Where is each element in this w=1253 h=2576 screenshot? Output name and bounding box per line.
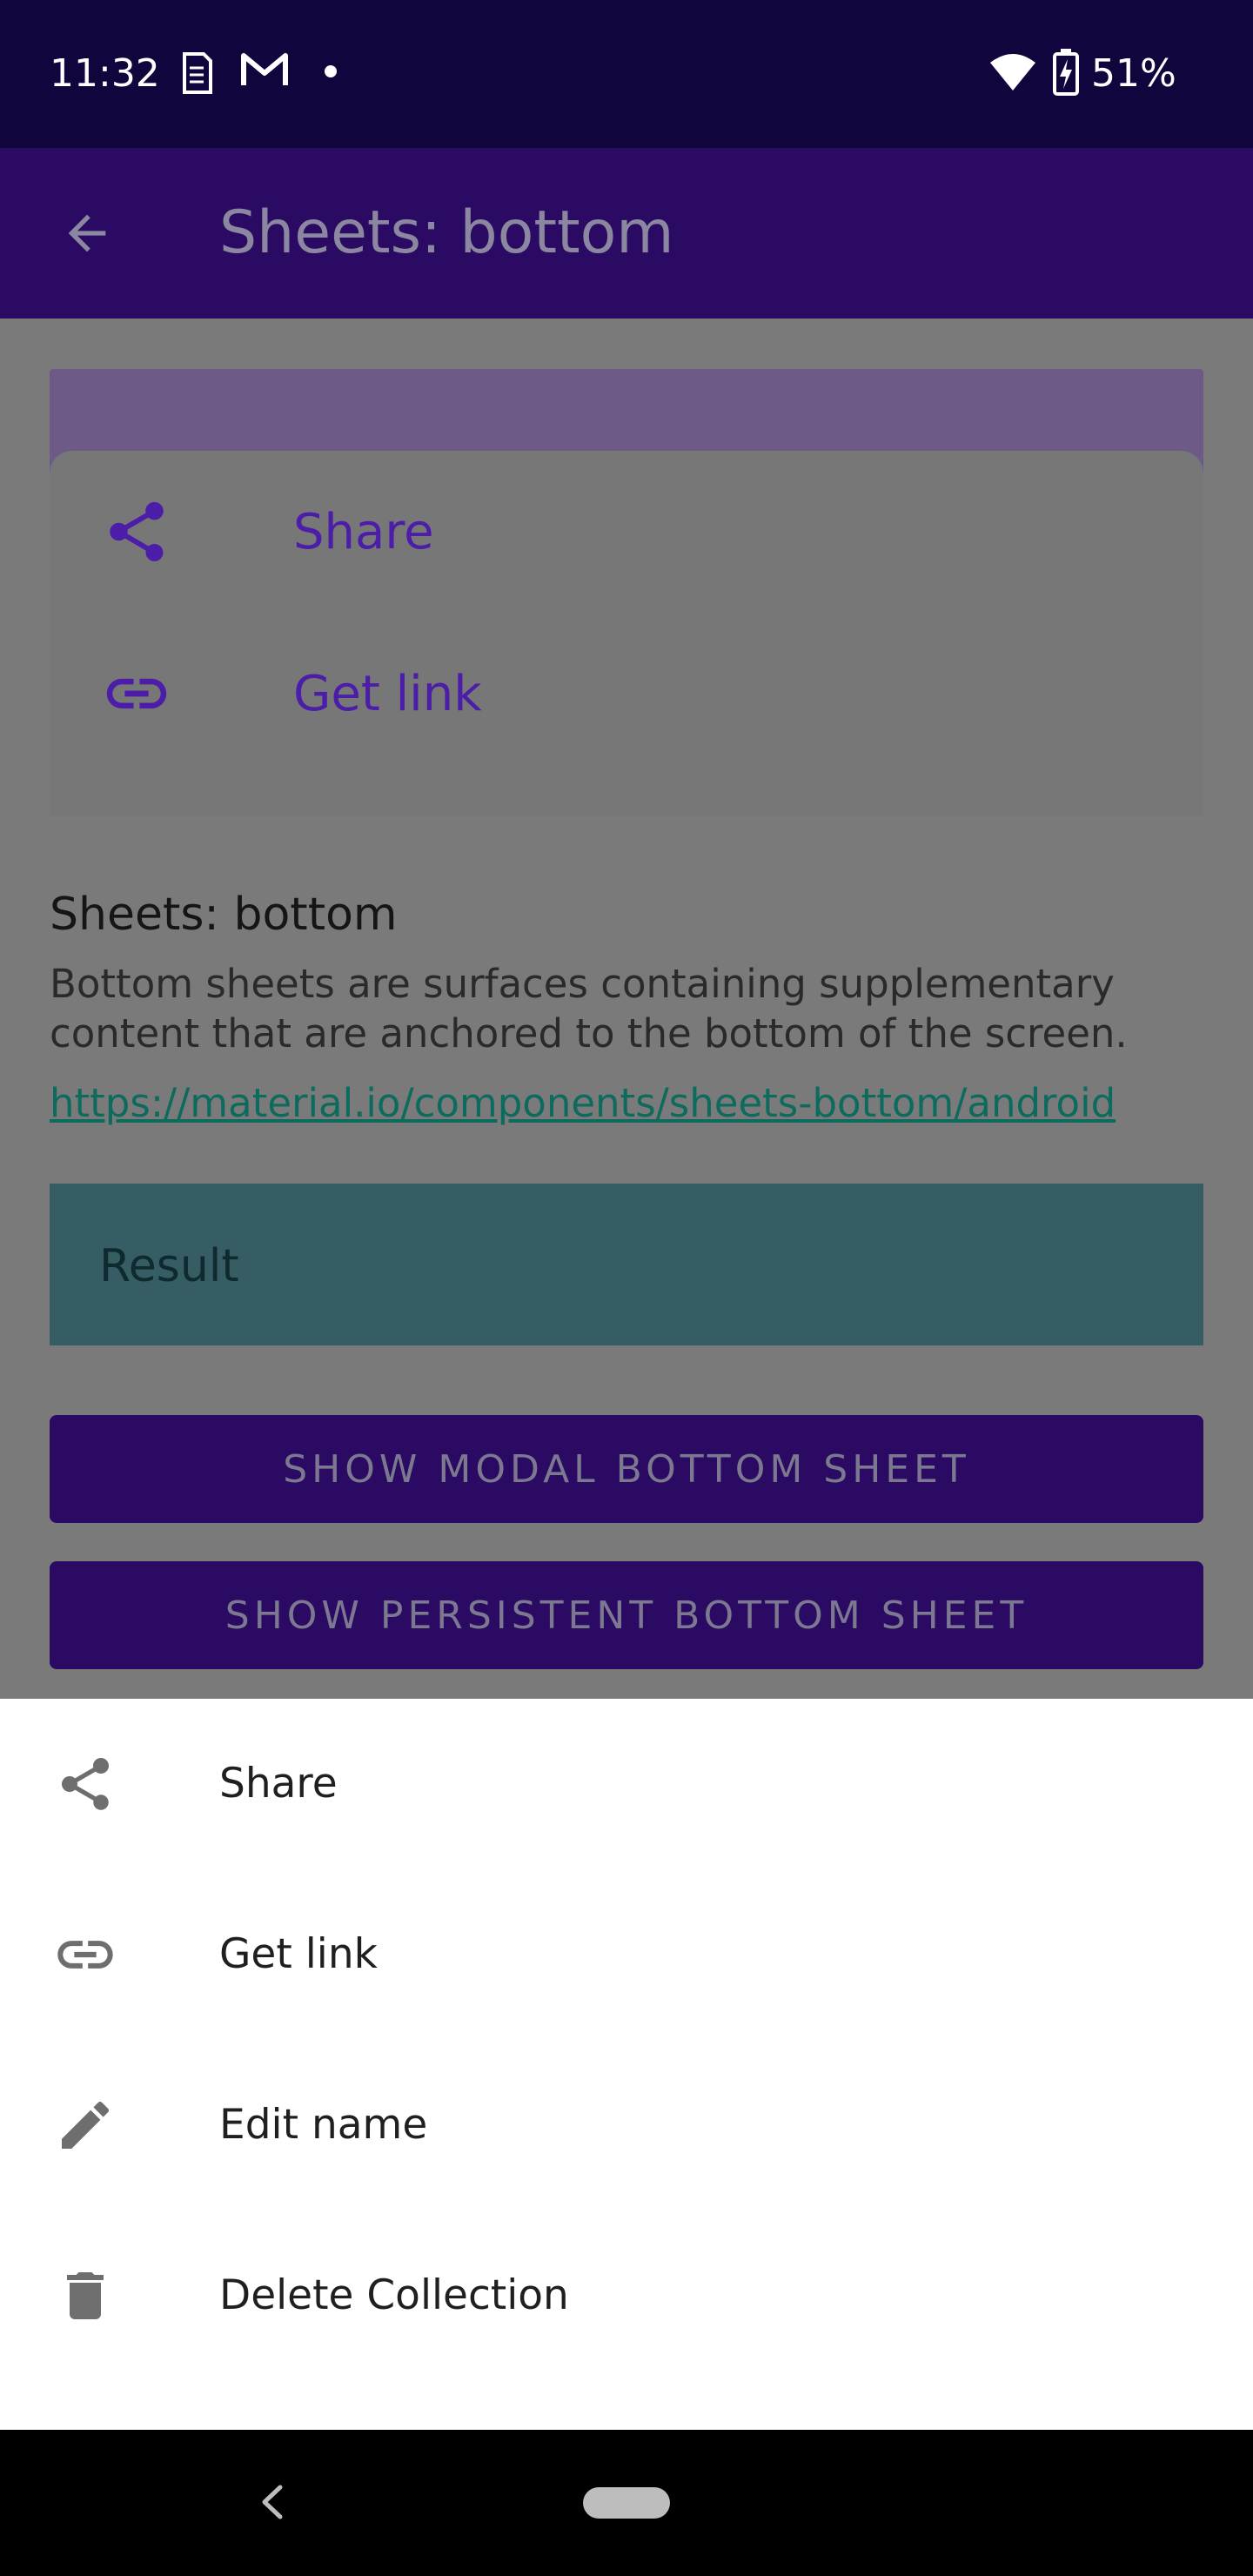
- pencil-icon: [62, 2101, 110, 2149]
- persistent-sheet-item-label: Share: [293, 503, 434, 560]
- modal-sheet-item-label: Delete Collection: [219, 2271, 569, 2319]
- show-persistent-bottom-sheet-button[interactable]: SHOW PERSISTENT BOTTOM SHEET: [50, 1561, 1203, 1669]
- nav-home-pill[interactable]: [583, 2487, 670, 2519]
- battery-charging-icon: [1053, 49, 1079, 96]
- show-modal-bottom-sheet-button[interactable]: SHOW MODAL BOTTOM SHEET: [50, 1415, 1203, 1523]
- section-title: Sheets: bottom: [50, 889, 398, 941]
- link-icon: [106, 678, 167, 709]
- arrow-back-icon: [68, 214, 106, 252]
- share-icon: [110, 501, 164, 561]
- result-label: Result: [99, 1240, 239, 1292]
- persistent-sheet-item-share[interactable]: Share: [50, 451, 1203, 613]
- modal-sheet-item-label: Edit name: [219, 2101, 428, 2149]
- persistent-sheet-item-get-link[interactable]: Get link: [50, 613, 1203, 775]
- back-button[interactable]: [52, 198, 122, 268]
- battery-percent: 51%: [1091, 51, 1176, 96]
- modal-sheet-item-edit-name[interactable]: Edit name: [0, 2040, 1253, 2210]
- modal-sheet-item-label: Get link: [219, 1930, 378, 1978]
- modal-sheet-item-get-link[interactable]: Get link: [0, 1869, 1253, 2040]
- modal-sheet-item-share[interactable]: Share: [0, 1699, 1253, 1869]
- dot-icon: [325, 65, 337, 77]
- persistent-sheet-item-label: Get link: [293, 665, 482, 722]
- link-icon: [57, 1941, 113, 1969]
- trash-icon: [67, 2272, 104, 2319]
- modal-sheet-item-label: Share: [219, 1760, 338, 1808]
- share-icon: [62, 1758, 109, 1810]
- section-description: Bottom sheets are surfaces containing su…: [50, 961, 1128, 1057]
- modal-bottom-sheet: Share Get link Edit name Delete Collecti…: [0, 1699, 1253, 2430]
- gmail-icon: [241, 53, 288, 85]
- persistent-bottom-sheet: Share Get link: [50, 451, 1203, 816]
- wifi-icon: [990, 54, 1035, 91]
- status-time: 11:32: [50, 51, 160, 96]
- documentation-link[interactable]: https://material.io/components/sheets-bo…: [50, 1077, 1116, 1130]
- nav-back-icon[interactable]: [254, 2480, 289, 2524]
- sim-card-icon: [183, 52, 212, 94]
- page-title: Sheets: bottom: [219, 198, 674, 267]
- modal-sheet-item-delete-collection[interactable]: Delete Collection: [0, 2210, 1253, 2381]
